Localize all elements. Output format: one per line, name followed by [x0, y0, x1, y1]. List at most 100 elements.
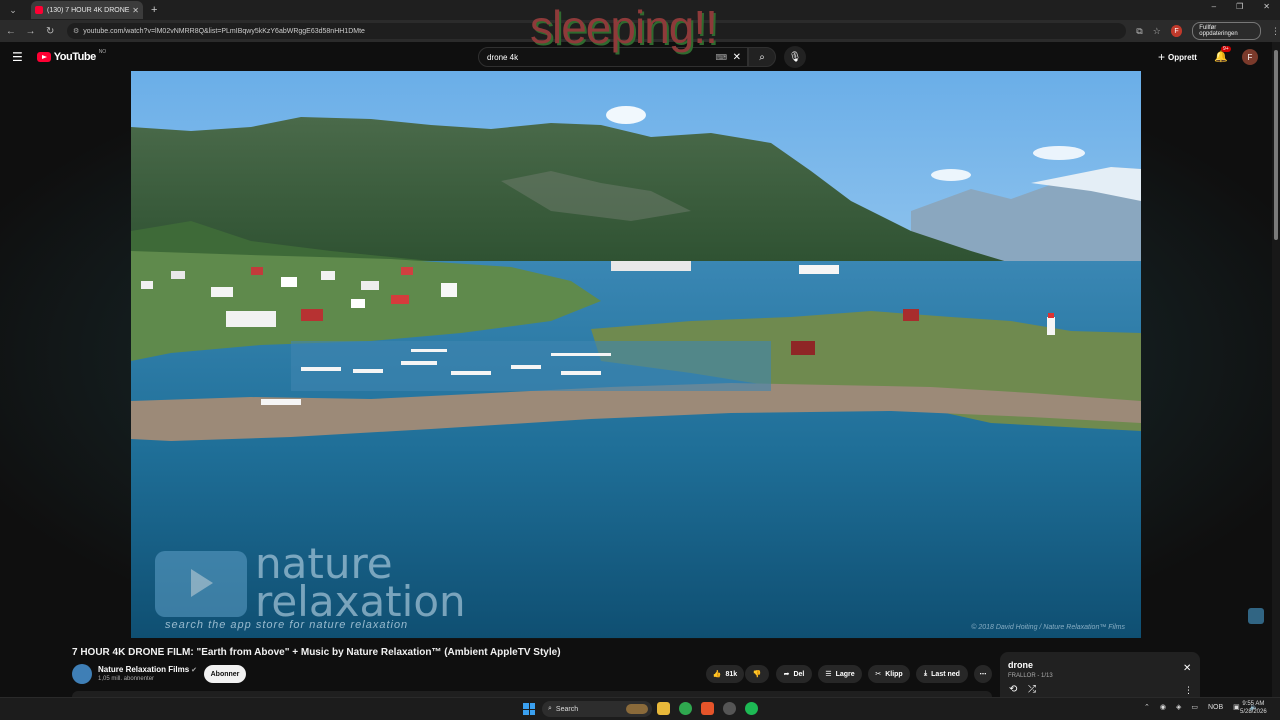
reload-icon[interactable]: ↻ — [41, 26, 59, 37]
playlist-position: FRALLOR - 1/13 — [1008, 673, 1053, 679]
playlist-panel: drone FRALLOR - 1/13 ✕ ⟲ ⤮ ⋮ — [1000, 652, 1200, 697]
tray-app-icon[interactable]: ◉ — [1160, 703, 1166, 711]
create-label: Opprett — [1168, 52, 1197, 62]
back-arrow-icon[interactable]: ← — [2, 26, 20, 37]
site-info-icon[interactable]: ⚙ — [73, 27, 79, 35]
browser-tab-active[interactable]: (130) 7 HOUR 4K DRONE FILM ✕ — [31, 1, 143, 19]
channel-name[interactable]: Nature Relaxation Films — [98, 665, 189, 674]
notification-count-badge: 9+ — [1221, 46, 1231, 52]
channel-watermark-icon[interactable] — [1248, 608, 1264, 624]
cloud — [606, 106, 646, 124]
language-indicator[interactable]: NOB — [1208, 704, 1223, 711]
scissors-icon: ✂ — [875, 671, 882, 678]
tray-usb-icon[interactable]: ▭ — [1191, 703, 1198, 711]
window-close-icon[interactable]: ✕ — [1263, 2, 1270, 11]
video-player[interactable]: nature relaxation search the app store f… — [131, 71, 1141, 638]
update-button[interactable]: Fullfør oppdateringen — [1192, 22, 1261, 40]
more-actions-button[interactable]: ⋯ — [974, 665, 992, 683]
playlist-title[interactable]: drone — [1008, 660, 1033, 670]
like-count: 81k — [725, 670, 738, 678]
file-explorer-icon[interactable] — [657, 702, 670, 715]
search-input-value: drone 4k — [487, 52, 519, 62]
network-icon[interactable]: ▣ — [1233, 703, 1240, 711]
subscriber-count: 1,05 mill. abonnenter — [98, 676, 155, 682]
thumbs-down-icon: 👎 — [752, 671, 762, 678]
share-button[interactable]: ➦ Del — [776, 665, 812, 683]
more-horizontal-icon: ⋯ — [979, 671, 987, 678]
youtube-favicon-icon — [35, 6, 43, 14]
playlist-close-icon[interactable]: ✕ — [1183, 663, 1191, 674]
overlay-sleeping-text: sleeping!! — [530, 1, 718, 53]
subscribe-button[interactable]: Abonner — [204, 665, 246, 683]
watermark-line2: relaxation — [255, 577, 466, 626]
maximize-icon[interactable]: ❐ — [1236, 2, 1243, 11]
watermark-subtitle: search the app store for nature relaxati… — [165, 619, 409, 631]
download-label: Last ned — [931, 670, 960, 678]
region-code: NO — [98, 49, 107, 55]
search-button[interactable]: ⌕ — [748, 47, 776, 67]
shuffle-icon[interactable]: ⤮ — [1028, 684, 1036, 695]
search-icon: ⌕ — [759, 51, 765, 63]
share-arrow-icon: ➦ — [783, 671, 790, 678]
youtube-logo[interactable]: YouTube NO — [36, 49, 107, 63]
youtube-play-logo-icon — [36, 52, 51, 62]
dislike-button[interactable]: 👎 — [745, 665, 769, 683]
bookmark-star-icon[interactable]: ☆ — [1153, 26, 1161, 37]
clip-button[interactable]: ✂ Klipp — [868, 665, 910, 683]
taskbar-search-label: Search — [555, 705, 579, 713]
hamburger-menu-icon[interactable]: ☰ — [12, 50, 23, 64]
cloud — [931, 169, 971, 181]
youtube-wordmark: YouTube — [53, 51, 96, 63]
tab-list-chevron-icon[interactable]: ⌄ — [5, 2, 21, 18]
nature-relaxation-watermark: nature relaxation — [155, 543, 466, 626]
plus-icon: + — [1158, 50, 1166, 64]
like-button[interactable]: 👍 81k — [706, 665, 744, 683]
download-icon: ⤓ — [924, 670, 928, 677]
palm-play-logo-icon — [155, 551, 247, 617]
chrome-icon[interactable] — [679, 702, 692, 715]
browser-menu-icon[interactable]: ⋮ — [1271, 26, 1280, 37]
channel-name-row[interactable]: Nature Relaxation Films ✔ — [98, 665, 197, 674]
clock-time: 9:55 AM — [1242, 701, 1265, 707]
verified-check-icon: ✔ — [191, 667, 198, 674]
tray-app2-icon[interactable]: ◈ — [1176, 703, 1181, 711]
microphone-icon: 🎙 — [788, 51, 802, 63]
copyright-text: © 2018 David Hoiting / Nature Relaxation… — [971, 624, 1125, 631]
thumbs-up-icon: 👍 — [712, 671, 722, 678]
taskbar-clock[interactable]: 9:55 AM 5/28/2026 — [1240, 700, 1267, 716]
clock-date: 5/28/2026 — [1240, 709, 1267, 715]
address-url: youtube.com/watch?v=lM02vNMRR8Q&list=PLm… — [83, 27, 365, 35]
share-label: Del — [793, 670, 805, 678]
playlist-more-icon[interactable]: ⋮ — [1184, 685, 1193, 696]
keyboard-icon[interactable]: ⌨ — [715, 53, 727, 62]
loop-icon[interactable]: ⟲ — [1009, 684, 1017, 695]
tab-title: (130) 7 HOUR 4K DRONE FILM — [47, 6, 130, 14]
clip-label: Klipp — [885, 670, 903, 678]
taskbar-search-box[interactable]: ⌕ Search — [542, 701, 652, 717]
cloud — [1033, 146, 1085, 160]
clear-search-icon[interactable]: ✕ — [733, 52, 741, 63]
create-button[interactable]: + Opprett — [1158, 50, 1197, 64]
user-avatar[interactable]: F — [1242, 49, 1258, 65]
save-playlist-icon: ☰ — [825, 671, 832, 678]
clock-app-icon[interactable] — [723, 702, 736, 715]
channel-avatar[interactable] — [72, 664, 92, 684]
spotify-icon[interactable] — [745, 702, 758, 715]
voice-search-button[interactable]: 🎙 — [784, 46, 806, 68]
download-button[interactable]: ⤓ Last ned — [916, 665, 968, 683]
window-controls: – ❐ ✕ — [1212, 2, 1270, 11]
install-app-icon[interactable]: ⧉ — [1136, 26, 1142, 37]
taskbar-search-icon: ⌕ — [548, 705, 552, 712]
browser-profile-icon[interactable]: F — [1170, 25, 1183, 37]
tray-chevron-icon[interactable]: ⌃ — [1144, 703, 1150, 711]
new-tab-plus-icon[interactable]: + — [151, 4, 157, 16]
page-scrollbar-thumb[interactable] — [1274, 50, 1278, 240]
video-title: 7 HOUR 4K DRONE FILM: "Earth from Above"… — [72, 647, 561, 658]
windows-taskbar: ⌕ Search ⌃ ◉ ◈ ▭ NOB ▣ 🔈 9:55 AM 5/28/20… — [0, 697, 1280, 720]
save-button[interactable]: ☰ Lagre — [818, 665, 862, 683]
forward-arrow-icon[interactable]: → — [22, 26, 40, 37]
tab-close-icon[interactable]: ✕ — [132, 6, 139, 15]
brave-icon[interactable] — [701, 702, 714, 715]
windows-start-icon[interactable] — [523, 703, 535, 715]
minimize-icon[interactable]: – — [1212, 2, 1216, 11]
